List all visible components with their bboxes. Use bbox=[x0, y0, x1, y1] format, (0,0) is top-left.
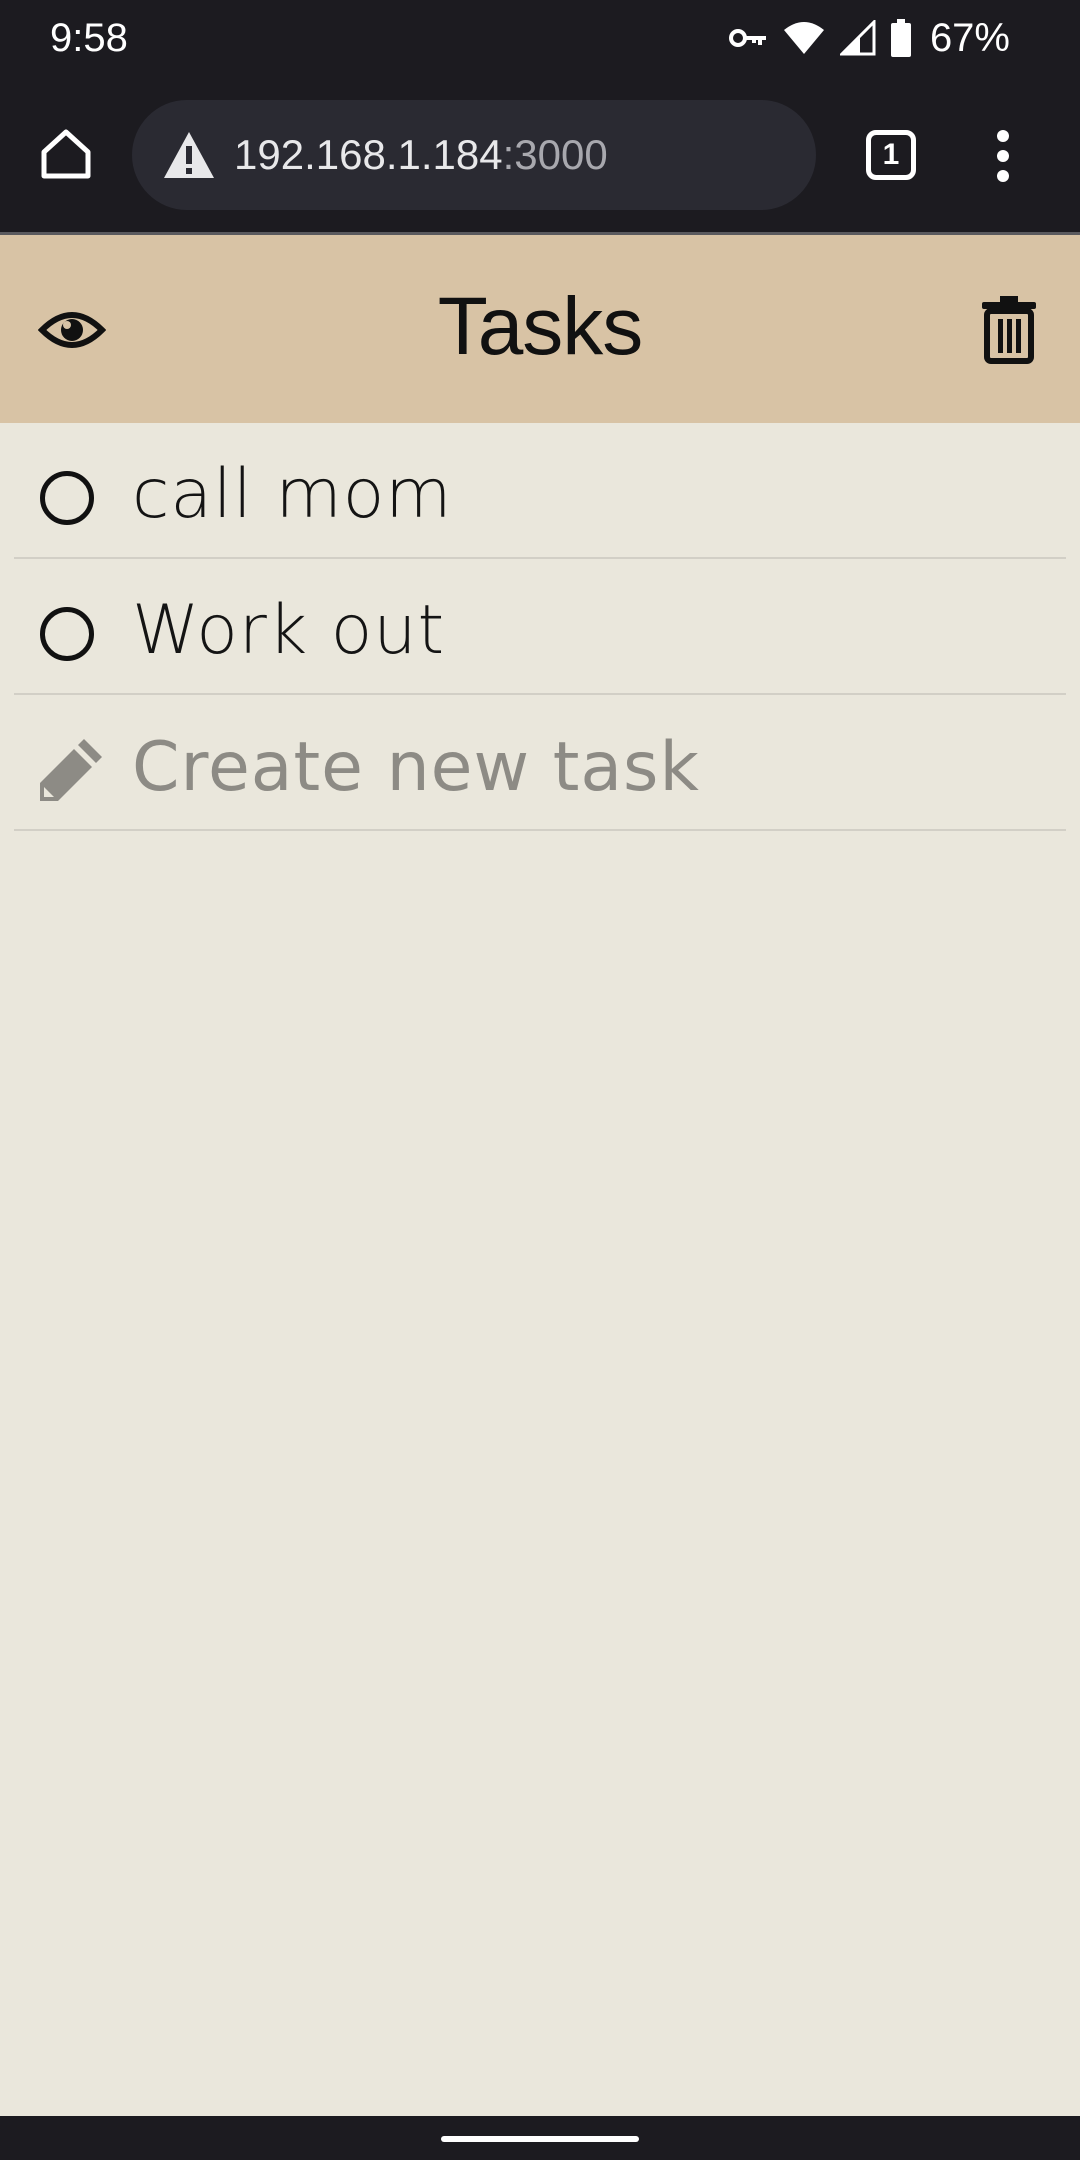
url-host: 192.168.1.184 bbox=[234, 131, 503, 178]
warning-icon[interactable] bbox=[162, 130, 216, 180]
task-row[interactable]: Work out bbox=[14, 559, 1066, 695]
pencil-icon bbox=[40, 739, 102, 801]
new-task-input[interactable] bbox=[132, 725, 1032, 809]
status-bar: 9:58 67% bbox=[0, 0, 1080, 78]
gesture-bar bbox=[0, 2116, 1080, 2160]
battery-percent: 67% bbox=[929, 16, 1010, 60]
vpn-key-icon bbox=[728, 29, 766, 47]
battery-icon bbox=[890, 19, 911, 57]
task-label: Work out bbox=[132, 591, 446, 670]
url-text[interactable]: 192.168.1.184:3000 bbox=[234, 131, 608, 179]
home-indicator[interactable] bbox=[441, 2136, 639, 2142]
new-task-row bbox=[14, 695, 1066, 831]
wifi-icon bbox=[783, 22, 824, 54]
url-port: :3000 bbox=[502, 131, 608, 178]
page-title: Tasks bbox=[437, 281, 644, 372]
task-checkbox[interactable] bbox=[40, 471, 94, 525]
tabs-icon[interactable]: 1 bbox=[866, 130, 916, 180]
task-label: call mom bbox=[132, 455, 453, 534]
task-checkbox[interactable] bbox=[40, 607, 94, 661]
status-icons: 67% bbox=[728, 14, 1010, 62]
task-row[interactable]: call mom bbox=[14, 423, 1066, 559]
trash-icon[interactable] bbox=[980, 294, 1038, 364]
overflow-menu-icon[interactable] bbox=[990, 130, 1016, 182]
app-header: Tasks bbox=[0, 235, 1080, 423]
browser-toolbar: 192.168.1.184:3000 1 bbox=[0, 78, 1080, 235]
address-bar[interactable]: 192.168.1.184:3000 bbox=[132, 100, 816, 210]
status-time: 9:58 bbox=[50, 16, 128, 60]
tab-count: 1 bbox=[882, 138, 900, 171]
task-list: call mom Work out bbox=[0, 423, 1080, 831]
home-icon[interactable] bbox=[38, 126, 94, 182]
signal-icon bbox=[839, 20, 876, 56]
